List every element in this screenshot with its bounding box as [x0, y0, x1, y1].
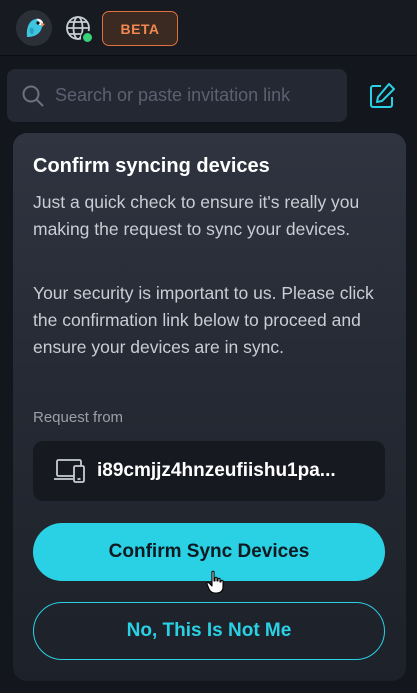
compose-icon[interactable]: [367, 81, 397, 111]
top-bar: BETA: [0, 0, 417, 56]
devices-icon: [53, 457, 87, 485]
request-from-label: Request from: [33, 409, 124, 426]
parrot-avatar-icon[interactable]: [16, 10, 52, 46]
device-id: i89cmjjz4hnzeufiishu1pa...: [97, 460, 336, 481]
beta-badge: BETA: [102, 11, 178, 46]
search-icon: [21, 84, 45, 108]
search-bar: [7, 69, 347, 122]
app-window: BETA Confirm syncing devices Just a quic…: [0, 0, 417, 693]
online-status-dot: [81, 31, 94, 44]
requesting-device: i89cmjjz4hnzeufiishu1pa...: [33, 441, 385, 501]
hand-cursor-icon: [206, 570, 224, 594]
sync-confirmation-card: Confirm syncing devices Just a quick che…: [13, 133, 406, 681]
card-title: Confirm syncing devices: [33, 155, 270, 177]
search-input[interactable]: [55, 69, 340, 122]
not-me-button[interactable]: No, This Is Not Me: [33, 602, 385, 660]
security-note: Your security is important to us. Please…: [33, 283, 374, 357]
card-description: Just a quick check to ensure it's really…: [33, 192, 360, 239]
